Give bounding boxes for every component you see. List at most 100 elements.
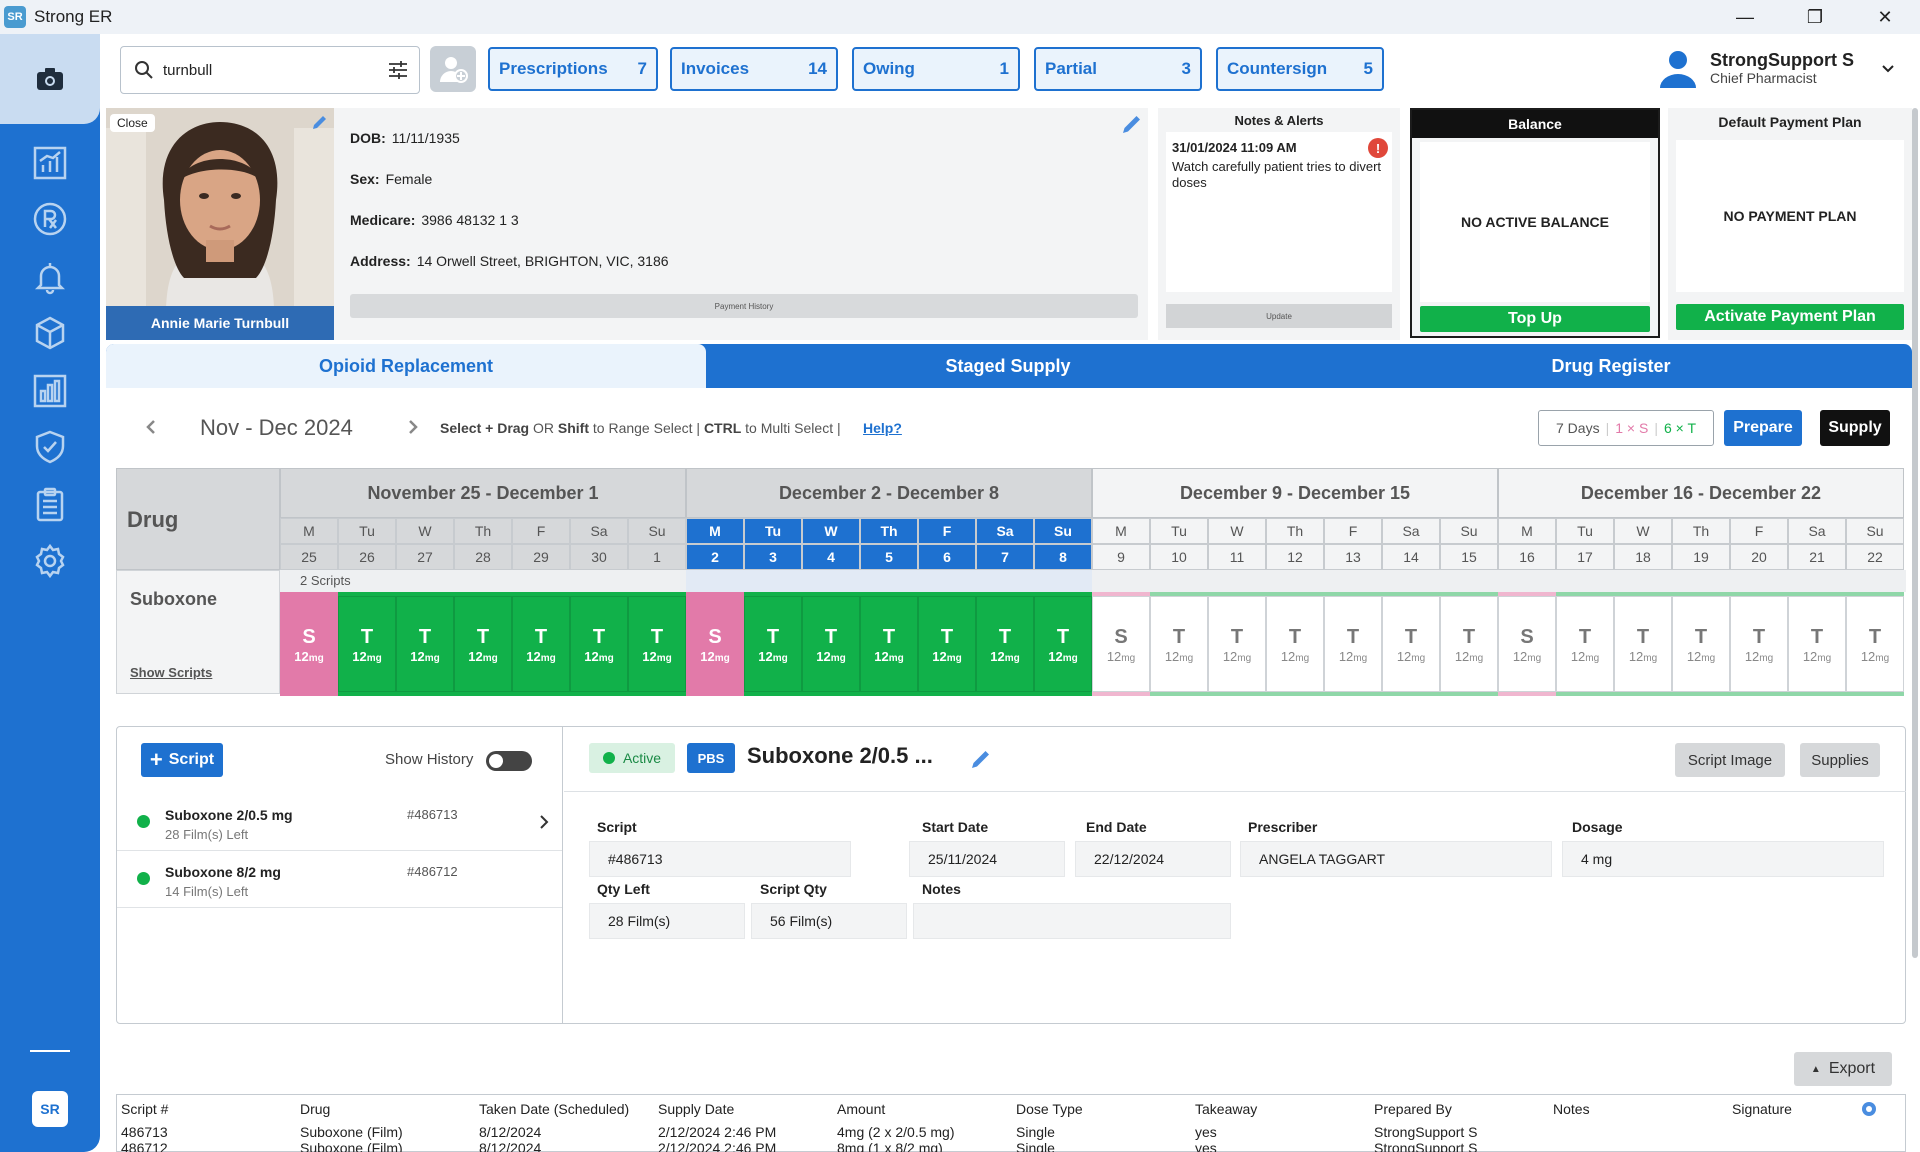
weekday-cell[interactable]: Su xyxy=(628,518,686,544)
weekday-cell[interactable]: Sa xyxy=(1382,518,1440,544)
dose-cell[interactable]: T 12mg xyxy=(1614,596,1672,692)
tab-drug-register[interactable]: Drug Register xyxy=(1310,344,1912,388)
sidebar-item-camera[interactable] xyxy=(0,34,100,124)
close-patient-button[interactable]: Close xyxy=(110,114,155,132)
date-cell[interactable]: 28 xyxy=(454,544,512,570)
maximize-button[interactable]: ❐ xyxy=(1780,0,1850,34)
dose-cell[interactable]: T 12mg xyxy=(1672,596,1730,692)
add-script-button[interactable]: + Script xyxy=(141,743,223,777)
edit-script-pencil-icon[interactable] xyxy=(969,747,993,771)
date-cell[interactable]: 13 xyxy=(1324,544,1382,570)
page-scrollbar[interactable] xyxy=(1912,108,1918,958)
date-cell[interactable]: 26 xyxy=(338,544,396,570)
dose-cell[interactable]: S 12mg xyxy=(1498,596,1556,692)
weekday-cell[interactable]: Su xyxy=(1846,518,1904,544)
script-list-item[interactable]: Suboxone 2/0.5 mg 28 Film(s) Left #48671… xyxy=(117,795,562,851)
prepare-button[interactable]: Prepare xyxy=(1724,410,1802,446)
weekday-cell[interactable]: F xyxy=(1730,518,1788,544)
date-cell[interactable]: 19 xyxy=(1672,544,1730,570)
dose-cell[interactable]: T 12mg xyxy=(338,596,396,692)
weekday-cell[interactable]: W xyxy=(396,518,454,544)
minimize-button[interactable]: — xyxy=(1710,0,1780,34)
sidebar-item-trend[interactable] xyxy=(27,140,73,186)
dose-cell[interactable]: T 12mg xyxy=(1556,596,1614,692)
top-up-button[interactable]: Top Up xyxy=(1420,306,1650,332)
dose-cell[interactable]: T 12mg xyxy=(744,596,802,692)
chevron-down-icon[interactable] xyxy=(1880,60,1896,76)
brand-logo-icon[interactable]: SR xyxy=(32,1091,68,1127)
previous-month-arrow-icon[interactable] xyxy=(142,418,160,436)
date-cell[interactable]: 2 xyxy=(686,544,744,570)
weekday-cell[interactable]: W xyxy=(802,518,860,544)
user-menu[interactable]: StrongSupport S Chief Pharmacist xyxy=(1658,48,1894,88)
table-header-cell[interactable]: Drug xyxy=(300,1101,330,1117)
weekday-cell[interactable]: Tu xyxy=(1150,518,1208,544)
activate-payment-plan-button[interactable]: Activate Payment Plan xyxy=(1676,304,1904,330)
tab-staged-supply[interactable]: Staged Supply xyxy=(706,344,1310,388)
sidebar-item-records[interactable] xyxy=(27,482,73,528)
prescriptions-queue-button[interactable]: Prescriptions 7 xyxy=(488,47,658,91)
weekday-cell[interactable]: F xyxy=(512,518,570,544)
dose-cell[interactable]: T 12mg xyxy=(570,596,628,692)
weekday-cell[interactable]: Tu xyxy=(338,518,396,544)
script-list-item[interactable]: Suboxone 8/2 mg 14 Film(s) Left #486712 xyxy=(117,852,562,908)
close-window-button[interactable]: ✕ xyxy=(1850,0,1920,34)
dose-cell[interactable]: T 12mg xyxy=(1034,596,1092,692)
weekday-cell[interactable]: Th xyxy=(1672,518,1730,544)
next-month-arrow-icon[interactable] xyxy=(404,418,422,436)
date-cell[interactable]: 12 xyxy=(1266,544,1324,570)
owing-queue-button[interactable]: Owing 1 xyxy=(852,47,1020,91)
table-header-cell[interactable]: Notes xyxy=(1553,1101,1590,1117)
dose-cell[interactable]: T 12mg xyxy=(454,596,512,692)
dose-cell[interactable]: T 12mg xyxy=(1440,596,1498,692)
date-cell[interactable]: 8 xyxy=(1034,544,1092,570)
table-header-cell[interactable]: Dose Type xyxy=(1016,1101,1083,1117)
dose-cell[interactable]: T 12mg xyxy=(396,596,454,692)
weekday-cell[interactable]: M xyxy=(1092,518,1150,544)
table-header-cell[interactable]: Takeaway xyxy=(1195,1101,1257,1117)
date-cell[interactable]: 18 xyxy=(1614,544,1672,570)
filter-sliders-icon[interactable] xyxy=(387,59,409,81)
date-cell[interactable]: 1 xyxy=(628,544,686,570)
invoices-queue-button[interactable]: Invoices 14 xyxy=(670,47,838,91)
weekday-cell[interactable]: W xyxy=(1614,518,1672,544)
dose-cell[interactable]: T 12mg xyxy=(1208,596,1266,692)
dose-cell[interactable]: T 12mg xyxy=(512,596,570,692)
date-cell[interactable]: 4 xyxy=(802,544,860,570)
date-cell[interactable]: 9 xyxy=(1092,544,1150,570)
sidebar-item-packages[interactable] xyxy=(27,310,73,356)
dose-cell[interactable]: T 12mg xyxy=(1788,596,1846,692)
help-link[interactable]: Help? xyxy=(863,420,902,436)
show-scripts-link[interactable]: Show Scripts xyxy=(130,665,212,680)
dose-cell[interactable]: T 12mg xyxy=(1730,596,1788,692)
date-cell[interactable]: 21 xyxy=(1788,544,1846,570)
dose-cell[interactable]: T 12mg xyxy=(1150,596,1208,692)
tab-opioid-replacement[interactable]: Opioid Replacement xyxy=(106,344,706,388)
date-cell[interactable]: 17 xyxy=(1556,544,1614,570)
dose-cell[interactable]: T 12mg xyxy=(860,596,918,692)
table-header-cell[interactable]: Script # xyxy=(121,1101,168,1117)
date-cell[interactable]: 27 xyxy=(396,544,454,570)
date-cell[interactable]: 14 xyxy=(1382,544,1440,570)
weekday-cell[interactable]: M xyxy=(280,518,338,544)
dose-cell[interactable]: T 12mg xyxy=(976,596,1034,692)
dose-cell[interactable]: T 12mg xyxy=(628,596,686,692)
date-cell[interactable]: 22 xyxy=(1846,544,1904,570)
supply-button[interactable]: Supply xyxy=(1820,410,1890,446)
show-history-toggle[interactable] xyxy=(486,751,532,771)
dose-cell[interactable]: S 12mg xyxy=(280,596,338,692)
countersign-queue-button[interactable]: Countersign 5 xyxy=(1216,47,1384,91)
update-notes-button[interactable]: Update xyxy=(1166,304,1392,328)
edit-patient-pencil-icon[interactable] xyxy=(1120,112,1144,136)
weekday-cell[interactable]: Th xyxy=(454,518,512,544)
weekday-cell[interactable]: Th xyxy=(1266,518,1324,544)
table-header-cell[interactable]: Amount xyxy=(837,1101,885,1117)
weekday-cell[interactable]: Th xyxy=(860,518,918,544)
dose-cell[interactable]: T 12mg xyxy=(918,596,976,692)
date-cell[interactable]: 5 xyxy=(860,544,918,570)
script-image-button[interactable]: Script Image xyxy=(1675,743,1785,777)
partial-queue-button[interactable]: Partial 3 xyxy=(1034,47,1202,91)
export-button[interactable]: ▲ Export xyxy=(1794,1052,1892,1086)
date-cell[interactable]: 7 xyxy=(976,544,1034,570)
payment-history-button[interactable]: Payment History xyxy=(350,294,1138,318)
